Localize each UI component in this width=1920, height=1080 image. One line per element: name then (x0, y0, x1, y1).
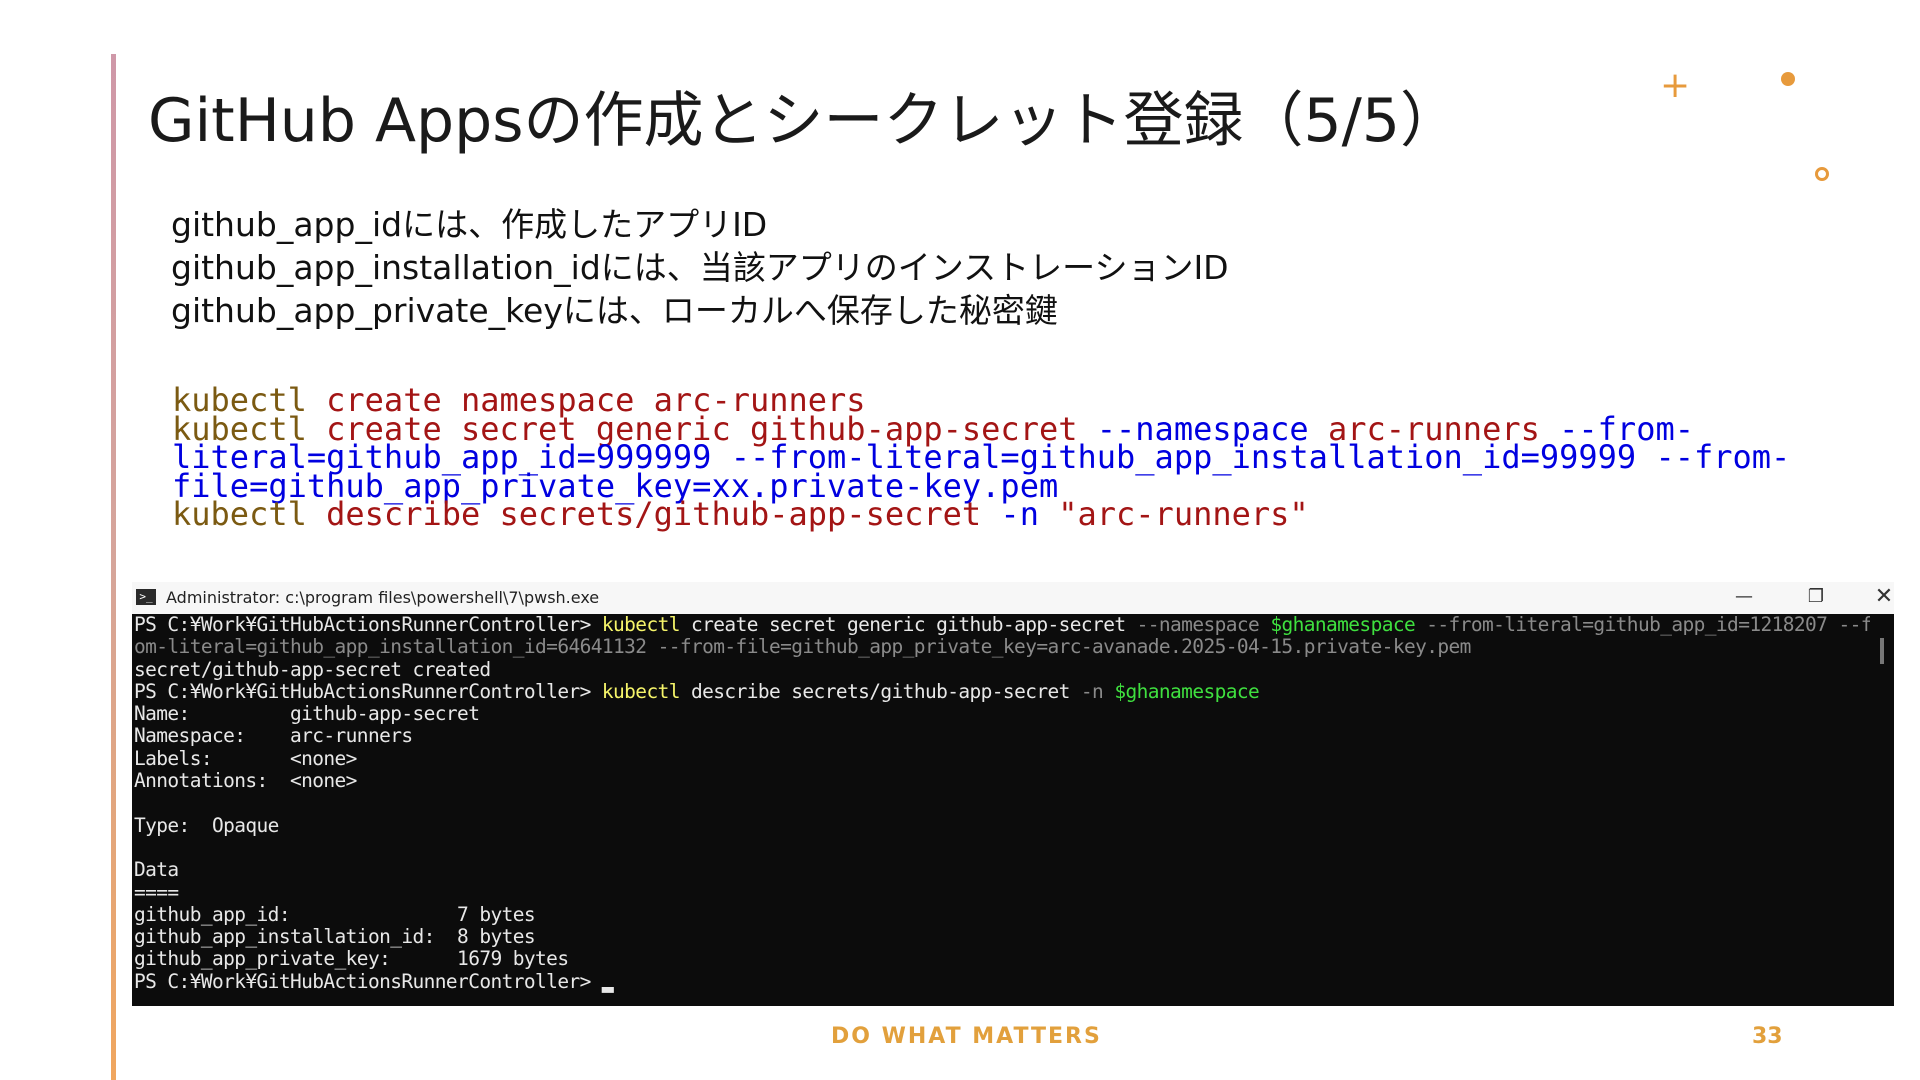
terminal-text: $ghanamespace (1270, 614, 1416, 636)
terminal-line: Type: Opaque (134, 813, 1870, 837)
code-token: "arc-runners" (1058, 495, 1309, 533)
terminal-text: -n (1080, 679, 1115, 703)
code-token: kubectl (172, 495, 307, 533)
terminal-line: github_app_installation_id: 8 bytes (134, 926, 1870, 948)
terminal-text: kubectl (601, 614, 681, 636)
minimize-button[interactable]: — (1724, 584, 1764, 610)
terminal-text: github_app_installation_id: 8 bytes (134, 925, 536, 949)
terminal-text: Labels: <none> (134, 746, 357, 770)
code-token: -n (1000, 495, 1059, 533)
terminal-text: Namespace: arc-runners (134, 724, 413, 748)
terminal-line: om-literal=github_app_installation_id=64… (134, 636, 1870, 658)
description-line: github_app_idには、作成したアプリID (171, 205, 768, 244)
terminal-line: Namespace: arc-runners (134, 725, 1870, 747)
terminal-text: PS C:¥Work¥GitHubActionsRunnerController… (134, 614, 602, 636)
terminal-line: secret/github-app-secret created (134, 657, 1870, 681)
terminal-text: $ghanamespace (1114, 679, 1260, 703)
terminal-text: secret/github-app-secret created (134, 657, 491, 681)
terminal-text: om-literal=github_app_installation_id=64… (134, 635, 1471, 659)
dot-decoration-icon (1781, 72, 1795, 86)
left-accent-bar (111, 54, 116, 1080)
terminal-text: create secret generic github-app-secret (679, 614, 1137, 636)
terminal-text: describe secrets/github-app-secret (679, 679, 1081, 703)
close-button[interactable]: ✕ (1864, 584, 1904, 610)
terminal-line: Data (134, 859, 1870, 881)
code-block: kubectl create namespace arc-runners kube… (172, 384, 1872, 530)
terminal-text: github_app_id: 7 bytes (134, 902, 536, 926)
description-list: github_app_idには、作成したアプリID github_app_ins… (171, 203, 1229, 332)
description-line: github_app_private_keyには、ローカルへ保存した秘密鍵 (171, 291, 1058, 330)
terminal-text: ==== (134, 880, 179, 904)
slide: GitHub Appsの作成とシークレット登録（5/5） + github_ap… (0, 0, 1920, 1080)
terminal-line: Labels: <none> (134, 746, 1870, 770)
terminal-text: --from-literal=github_app_id=1218207 --f… (1415, 614, 1870, 636)
maximize-button[interactable]: ❐ (1796, 584, 1836, 610)
terminal-text: Data (134, 858, 179, 882)
terminal-line: PS C:¥Work¥GitHubActionsRunnerController… (134, 679, 1870, 703)
terminal-title: Administrator: c:\program files\powershe… (166, 588, 600, 607)
plus-decoration-icon: + (1660, 65, 1691, 106)
terminal-text: Type: Opaque (134, 813, 279, 837)
terminal-text: Annotations: <none> (134, 769, 357, 793)
terminal-title-bar[interactable]: >_ Administrator: c:\program files\power… (132, 582, 1894, 614)
terminal-line: github_app_private_key: 1679 bytes (134, 948, 1870, 970)
terminal-text: --namespace (1136, 614, 1271, 636)
terminal-text: PS C:¥Work¥GitHubActionsRunnerController… (134, 969, 614, 993)
terminal-text: Name: github-app-secret (134, 702, 480, 726)
terminal-output[interactable]: PS C:¥Work¥GitHubActionsRunnerController… (134, 614, 1870, 1006)
powershell-icon: >_ (136, 589, 156, 605)
slide-title: GitHub Appsの作成とシークレット登録（5/5） (148, 86, 1461, 156)
terminal-scrollbar[interactable] (1880, 638, 1884, 664)
description-line: github_app_installation_idには、当該アプリのインストレ… (171, 248, 1229, 287)
terminal-window[interactable]: >_ Administrator: c:\program files\power… (132, 582, 1894, 1006)
terminal-line: github_app_id: 7 bytes (134, 902, 1870, 926)
terminal-line: PS C:¥Work¥GitHubActionsRunnerController… (134, 614, 1870, 636)
page-number: 33 (1752, 1024, 1783, 1049)
code-token: describe secrets/github-app-secret (306, 495, 1001, 533)
terminal-text: github_app_private_key: 1679 bytes (134, 947, 569, 971)
ring-decoration-icon (1815, 167, 1829, 181)
code-line: kubectl describe secrets/github-app-secr… (172, 498, 1872, 530)
terminal-line: PS C:¥Work¥GitHubActionsRunnerController… (134, 969, 1870, 993)
terminal-line: Annotations: <none> (134, 769, 1870, 793)
terminal-text: kubectl (601, 679, 681, 703)
terminal-text: PS C:¥Work¥GitHubActionsRunnerController… (134, 679, 602, 703)
terminal-line: ==== (134, 880, 1870, 904)
terminal-line: Name: github-app-secret (134, 703, 1870, 725)
footer-tagline: DO WHAT MATTERS (831, 1024, 1102, 1049)
